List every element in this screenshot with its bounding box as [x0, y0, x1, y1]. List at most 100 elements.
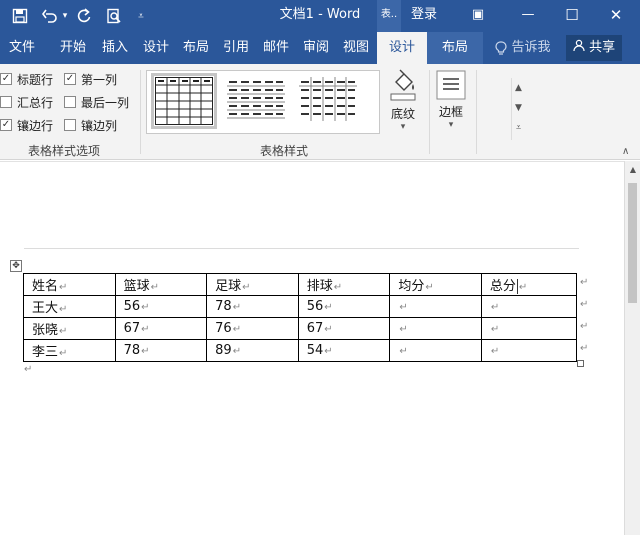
- option-banded-columns[interactable]: 镶边列: [64, 116, 117, 134]
- tab-review[interactable]: 审阅: [298, 32, 334, 64]
- table-cell[interactable]: 67↵: [297, 317, 391, 340]
- table-cell[interactable]: ↵: [389, 339, 482, 362]
- share-label: 共享: [589, 40, 616, 55]
- table-style-thumbnail[interactable]: [299, 77, 357, 125]
- row-end-mark: ↵: [580, 343, 589, 354]
- last-column-label: 最后一列: [81, 95, 130, 110]
- tab-layout[interactable]: 布局: [178, 32, 214, 64]
- table-cell[interactable]: 56↵: [297, 295, 391, 318]
- table-cell[interactable]: 56↵: [114, 295, 208, 318]
- tab-mailings[interactable]: 邮件: [258, 32, 294, 64]
- tab-references[interactable]: 引用: [218, 32, 254, 64]
- option-banded-rows[interactable]: ✓ 镶边行: [0, 116, 53, 134]
- tab-design[interactable]: 设计: [138, 32, 174, 64]
- table-cell[interactable]: 足球↵: [206, 273, 299, 296]
- table-cell[interactable]: ↵: [480, 339, 578, 362]
- table-style-thumbnail[interactable]: [151, 73, 217, 129]
- row-end-mark: ↵: [580, 321, 589, 332]
- borders-label: 边框: [438, 105, 463, 119]
- banded-columns-checkbox[interactable]: [64, 119, 76, 131]
- table-cell[interactable]: ↵: [480, 317, 578, 340]
- table-top-guide: [24, 248, 579, 249]
- group-separator: [140, 70, 141, 154]
- ribbon-display-options-icon[interactable]: ▣: [460, 0, 496, 32]
- collapse-ribbon-icon[interactable]: ∧: [622, 146, 629, 157]
- shading-label: 底纹: [390, 107, 415, 121]
- banded-rows-label: 镶边行: [17, 118, 54, 133]
- table-cell[interactable]: 王大↵: [23, 295, 116, 318]
- undo-icon[interactable]: [40, 0, 60, 32]
- maximize-button[interactable]: ☐: [552, 0, 592, 32]
- scroll-up-icon[interactable]: ▲: [625, 165, 640, 174]
- row-end-mark: ↵: [580, 299, 589, 310]
- vertical-scrollbar[interactable]: ▲: [624, 161, 640, 535]
- header-row-checkbox[interactable]: ✓: [0, 73, 12, 85]
- share-button[interactable]: 共享: [566, 35, 622, 61]
- table-resize-handle[interactable]: [577, 360, 584, 367]
- total-row-label: 汇总行: [17, 95, 54, 110]
- option-total-row[interactable]: 汇总行: [0, 93, 53, 111]
- table-cell[interactable]: 89↵: [206, 339, 299, 362]
- group-separator: [429, 70, 430, 154]
- group-label-table-styles: 表格样式: [260, 144, 309, 158]
- table-cell[interactable]: 均分↵: [389, 273, 482, 296]
- gallery-more-icon[interactable]: ⩡: [512, 118, 525, 138]
- table-cell[interactable]: ↵: [389, 295, 482, 318]
- tab-file[interactable]: 文件: [4, 32, 40, 64]
- table-cell[interactable]: 67↵: [114, 317, 208, 340]
- first-column-checkbox[interactable]: ✓: [64, 73, 76, 85]
- borders-button[interactable]: 边框 ▾: [434, 70, 468, 130]
- scroll-thumb[interactable]: [628, 183, 637, 303]
- table-cell[interactable]: 76↵: [206, 317, 299, 340]
- table-cell[interactable]: 张晓↵: [23, 317, 116, 340]
- paint-bucket-icon: [390, 69, 416, 101]
- redo-icon[interactable]: [74, 0, 94, 32]
- gallery-scroll: ▲ ▼ ⩡: [511, 78, 525, 140]
- login-link[interactable]: 登录: [404, 0, 444, 32]
- table-cell[interactable]: 78↵: [206, 295, 299, 318]
- tab-table-layout[interactable]: 布局: [427, 32, 483, 64]
- save-icon[interactable]: [8, 0, 32, 32]
- table-cell[interactable]: 排球↵: [297, 273, 391, 296]
- group-separator: [476, 70, 477, 154]
- tab-insert[interactable]: 插入: [96, 32, 134, 64]
- option-first-column[interactable]: ✓ 第一列: [64, 70, 117, 88]
- tab-home[interactable]: 开始: [54, 32, 92, 64]
- table-cell[interactable]: ↵: [480, 295, 578, 318]
- shading-dropdown-icon: ▾: [400, 122, 406, 132]
- close-button[interactable]: ✕: [596, 0, 636, 32]
- table-cell[interactable]: 姓名↵: [23, 273, 116, 296]
- last-column-checkbox[interactable]: [64, 96, 76, 108]
- table-cell[interactable]: 李三↵: [23, 339, 116, 362]
- ribbon-tabs: 文件 开始 插入 设计 布局 引用 邮件 审阅 视图 设计 布局 告诉我: [0, 32, 640, 64]
- shading-button[interactable]: 底纹 ▾: [386, 68, 420, 132]
- option-last-column[interactable]: 最后一列: [64, 93, 129, 111]
- table-cell[interactable]: 总分 ↵: [480, 273, 578, 296]
- table-cell[interactable]: 篮球↵: [114, 273, 208, 296]
- table-cell[interactable]: 54↵: [297, 339, 391, 362]
- table-style-thumbnail[interactable]: [227, 77, 285, 125]
- gallery-down-arrow-icon[interactable]: ▼: [512, 98, 525, 118]
- customize-toolbar-icon[interactable]: ⩡: [132, 0, 150, 32]
- tab-view[interactable]: 视图: [338, 32, 374, 64]
- option-header-row[interactable]: ✓ 标题行: [0, 70, 53, 88]
- table-cell[interactable]: 78↵: [114, 339, 208, 362]
- ribbon-panel: ✓ 标题行 ✓ 第一列 汇总行 最后一列 ✓ 镶边行 镶边列 表格样式选项 ▲ …: [0, 64, 640, 160]
- tell-me-box[interactable]: 告诉我: [488, 32, 558, 64]
- borders-icon: [436, 70, 466, 100]
- borders-dropdown-icon: ▾: [448, 120, 454, 130]
- header-row-label: 标题行: [17, 72, 54, 87]
- table-row: 王大↵ 56↵ 78↵ 56↵ ↵ ↵: [23, 295, 578, 318]
- undo-dropdown-icon[interactable]: ▾: [60, 0, 70, 32]
- tab-table-design[interactable]: 设计: [377, 32, 427, 64]
- data-table[interactable]: 姓名↵ 篮球↵ 足球↵ 排球↵ 均分↵ 总分 ↵ 王大↵ 56↵ 78↵ 56↵ …: [23, 273, 578, 362]
- banded-rows-checkbox[interactable]: ✓: [0, 119, 12, 131]
- table-move-handle-icon[interactable]: ✥: [10, 260, 22, 272]
- minimize-button[interactable]: —: [508, 0, 548, 32]
- print-preview-icon[interactable]: [104, 0, 124, 32]
- table-header-row: 姓名↵ 篮球↵ 足球↵ 排球↵ 均分↵ 总分 ↵: [23, 273, 578, 296]
- table-cell[interactable]: ↵: [389, 317, 482, 340]
- gallery-up-arrow-icon[interactable]: ▲: [512, 78, 525, 98]
- total-row-checkbox[interactable]: [0, 96, 12, 108]
- table-row: 李三↵ 78↵ 89↵ 54↵ ↵ ↵: [23, 339, 578, 362]
